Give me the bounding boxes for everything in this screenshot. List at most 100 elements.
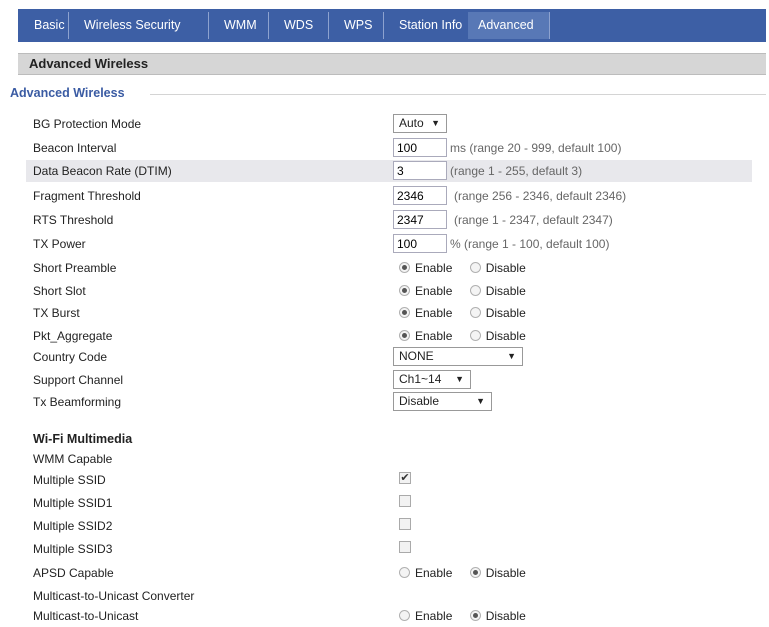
wmm-capable-label: WMM Capable: [33, 452, 113, 466]
pkt-aggregate-enable-radio[interactable]: [399, 330, 410, 342]
disable-label: Disable: [485, 328, 526, 343]
row-fragment-threshold: Fragment Threshold (range 256 - 2346, de…: [26, 185, 752, 207]
bg-protection-select[interactable]: Auto ▼: [393, 114, 447, 133]
support-channel-select[interactable]: Ch1~14 ▼: [393, 370, 471, 389]
tx-burst-enable-radio[interactable]: [399, 307, 410, 319]
short-slot-disable-radio[interactable]: [469, 285, 481, 297]
row-rts-threshold: RTS Threshold (range 1 - 2347, default 2…: [26, 209, 752, 231]
pkt-aggregate-disable-radio[interactable]: [469, 330, 481, 342]
country-code-value: NONE: [399, 349, 434, 363]
group-title: Advanced Wireless: [10, 86, 133, 100]
short-slot-label: Short Slot: [33, 284, 86, 298]
tx-power-hint: % (range 1 - 100, default 100): [450, 237, 610, 251]
bg-protection-value: Auto: [399, 116, 424, 130]
row-multiple-ssid: Multiple SSID ✔: [26, 469, 752, 491]
multiple-ssid3-checkbox[interactable]: [399, 541, 411, 553]
tx-power-input[interactable]: [393, 234, 447, 253]
support-channel-value: Ch1~14: [399, 372, 442, 386]
apsd-capable-label: APSD Capable: [33, 566, 114, 580]
multiple-ssid3-label: Multiple SSID3: [33, 542, 113, 556]
tab-wireless-security[interactable]: Wireless Security: [74, 12, 209, 39]
tab-wps[interactable]: WPS: [334, 12, 384, 39]
fragment-threshold-hint: (range 256 - 2346, default 2346): [454, 189, 627, 203]
bg-protection-label: BG Protection Mode: [33, 117, 142, 131]
tab-bar: Basic Wireless Security WMM WDS WPS Stat…: [18, 9, 766, 42]
dropdown-arrow-icon: ▼: [507, 351, 516, 361]
dtim-label: Data Beacon Rate (DTIM): [33, 164, 172, 178]
group-divider: [150, 94, 766, 95]
row-bg-protection: BG Protection Mode Auto ▼: [26, 113, 752, 135]
short-preamble-disable-radio[interactable]: [469, 262, 481, 274]
multicast-converter-title: Multicast-to-Unicast Converter: [33, 589, 195, 603]
apsd-enable-radio[interactable]: [399, 567, 410, 579]
row-short-preamble: Short Preamble Enable Disable: [26, 257, 752, 279]
row-support-channel: Support Channel Ch1~14 ▼: [26, 369, 752, 391]
section-header: Advanced Wireless: [18, 53, 766, 75]
row-multiple-ssid2: Multiple SSID2: [26, 515, 752, 537]
country-code-select[interactable]: NONE ▼: [393, 347, 523, 366]
tab-wmm[interactable]: WMM: [214, 12, 269, 39]
rts-threshold-input[interactable]: [393, 210, 447, 229]
tx-burst-disable-radio[interactable]: [469, 307, 481, 319]
beacon-interval-label: Beacon Interval: [33, 141, 117, 155]
country-code-label: Country Code: [33, 350, 108, 364]
row-multiple-ssid1: Multiple SSID1: [26, 492, 752, 514]
enable-label: Enable: [415, 328, 453, 343]
row-apsd-capable: APSD Capable Enable Disable: [26, 562, 752, 584]
rts-threshold-hint: (range 1 - 2347, default 2347): [454, 213, 613, 227]
beacon-interval-input[interactable]: [393, 138, 447, 157]
multicast-to-unicast-label: Multicast-to-Unicast: [33, 609, 139, 623]
disable-label: Disable: [485, 305, 526, 320]
fragment-threshold-input[interactable]: [393, 186, 447, 205]
multiple-ssid-checkbox[interactable]: ✔: [399, 472, 411, 484]
multiple-ssid-label: Multiple SSID: [33, 473, 106, 487]
pkt-aggregate-label: Pkt_Aggregate: [33, 329, 113, 343]
row-multiple-ssid3: Multiple SSID3: [26, 538, 752, 560]
dropdown-arrow-icon: ▼: [431, 118, 440, 128]
tx-beamforming-label: Tx Beamforming: [33, 395, 122, 409]
beacon-interval-hint: ms (range 20 - 999, default 100): [450, 141, 622, 155]
tab-advanced[interactable]: Advanced: [468, 12, 550, 39]
tab-wds[interactable]: WDS: [274, 12, 329, 39]
row-multicast-to-unicast: Multicast-to-Unicast Enable Disable: [26, 605, 752, 627]
short-preamble-label: Short Preamble: [33, 261, 117, 275]
dtim-hint: (range 1 - 255, default 3): [450, 164, 583, 178]
multiple-ssid1-checkbox[interactable]: [399, 495, 411, 507]
disable-label: Disable: [485, 608, 526, 623]
section-title: Advanced Wireless: [29, 56, 149, 71]
row-pkt-aggregate: Pkt_Aggregate Enable Disable: [26, 325, 752, 347]
tx-power-label: TX Power: [33, 237, 86, 251]
rts-threshold-label: RTS Threshold: [33, 213, 114, 227]
enable-label: Enable: [415, 565, 453, 580]
multicast-enable-radio[interactable]: [399, 610, 410, 622]
tab-basic[interactable]: Basic: [24, 12, 69, 39]
enable-label: Enable: [415, 608, 453, 623]
tx-beamforming-select[interactable]: Disable ▼: [393, 392, 492, 411]
checkmark-icon: ✔: [400, 472, 410, 484]
tab-station-info[interactable]: Station Info: [389, 12, 480, 39]
short-preamble-enable-radio[interactable]: [399, 262, 410, 274]
row-country-code: Country Code NONE ▼: [26, 346, 752, 368]
enable-label: Enable: [415, 305, 453, 320]
multicast-disable-radio[interactable]: [469, 610, 481, 622]
enable-label: Enable: [415, 260, 453, 275]
row-short-slot: Short Slot Enable Disable: [26, 280, 752, 302]
disable-label: Disable: [485, 565, 526, 580]
multiple-ssid1-label: Multiple SSID1: [33, 496, 113, 510]
row-tx-power: TX Power % (range 1 - 100, default 100): [26, 233, 752, 255]
dtim-input[interactable]: [393, 161, 447, 180]
row-tx-beamforming: Tx Beamforming Disable ▼: [26, 391, 752, 413]
dropdown-arrow-icon: ▼: [455, 374, 464, 384]
disable-label: Disable: [485, 260, 526, 275]
row-dtim: Data Beacon Rate (DTIM) (range 1 - 255, …: [26, 160, 752, 182]
fragment-threshold-label: Fragment Threshold: [33, 189, 141, 203]
row-tx-burst: TX Burst Enable Disable: [26, 302, 752, 324]
apsd-disable-radio[interactable]: [469, 567, 481, 579]
multiple-ssid2-checkbox[interactable]: [399, 518, 411, 530]
support-channel-label: Support Channel: [33, 373, 124, 387]
dropdown-arrow-icon: ▼: [476, 396, 485, 406]
tx-burst-label: TX Burst: [33, 306, 80, 320]
disable-label: Disable: [485, 283, 526, 298]
short-slot-enable-radio[interactable]: [399, 285, 410, 297]
enable-label: Enable: [415, 283, 453, 298]
